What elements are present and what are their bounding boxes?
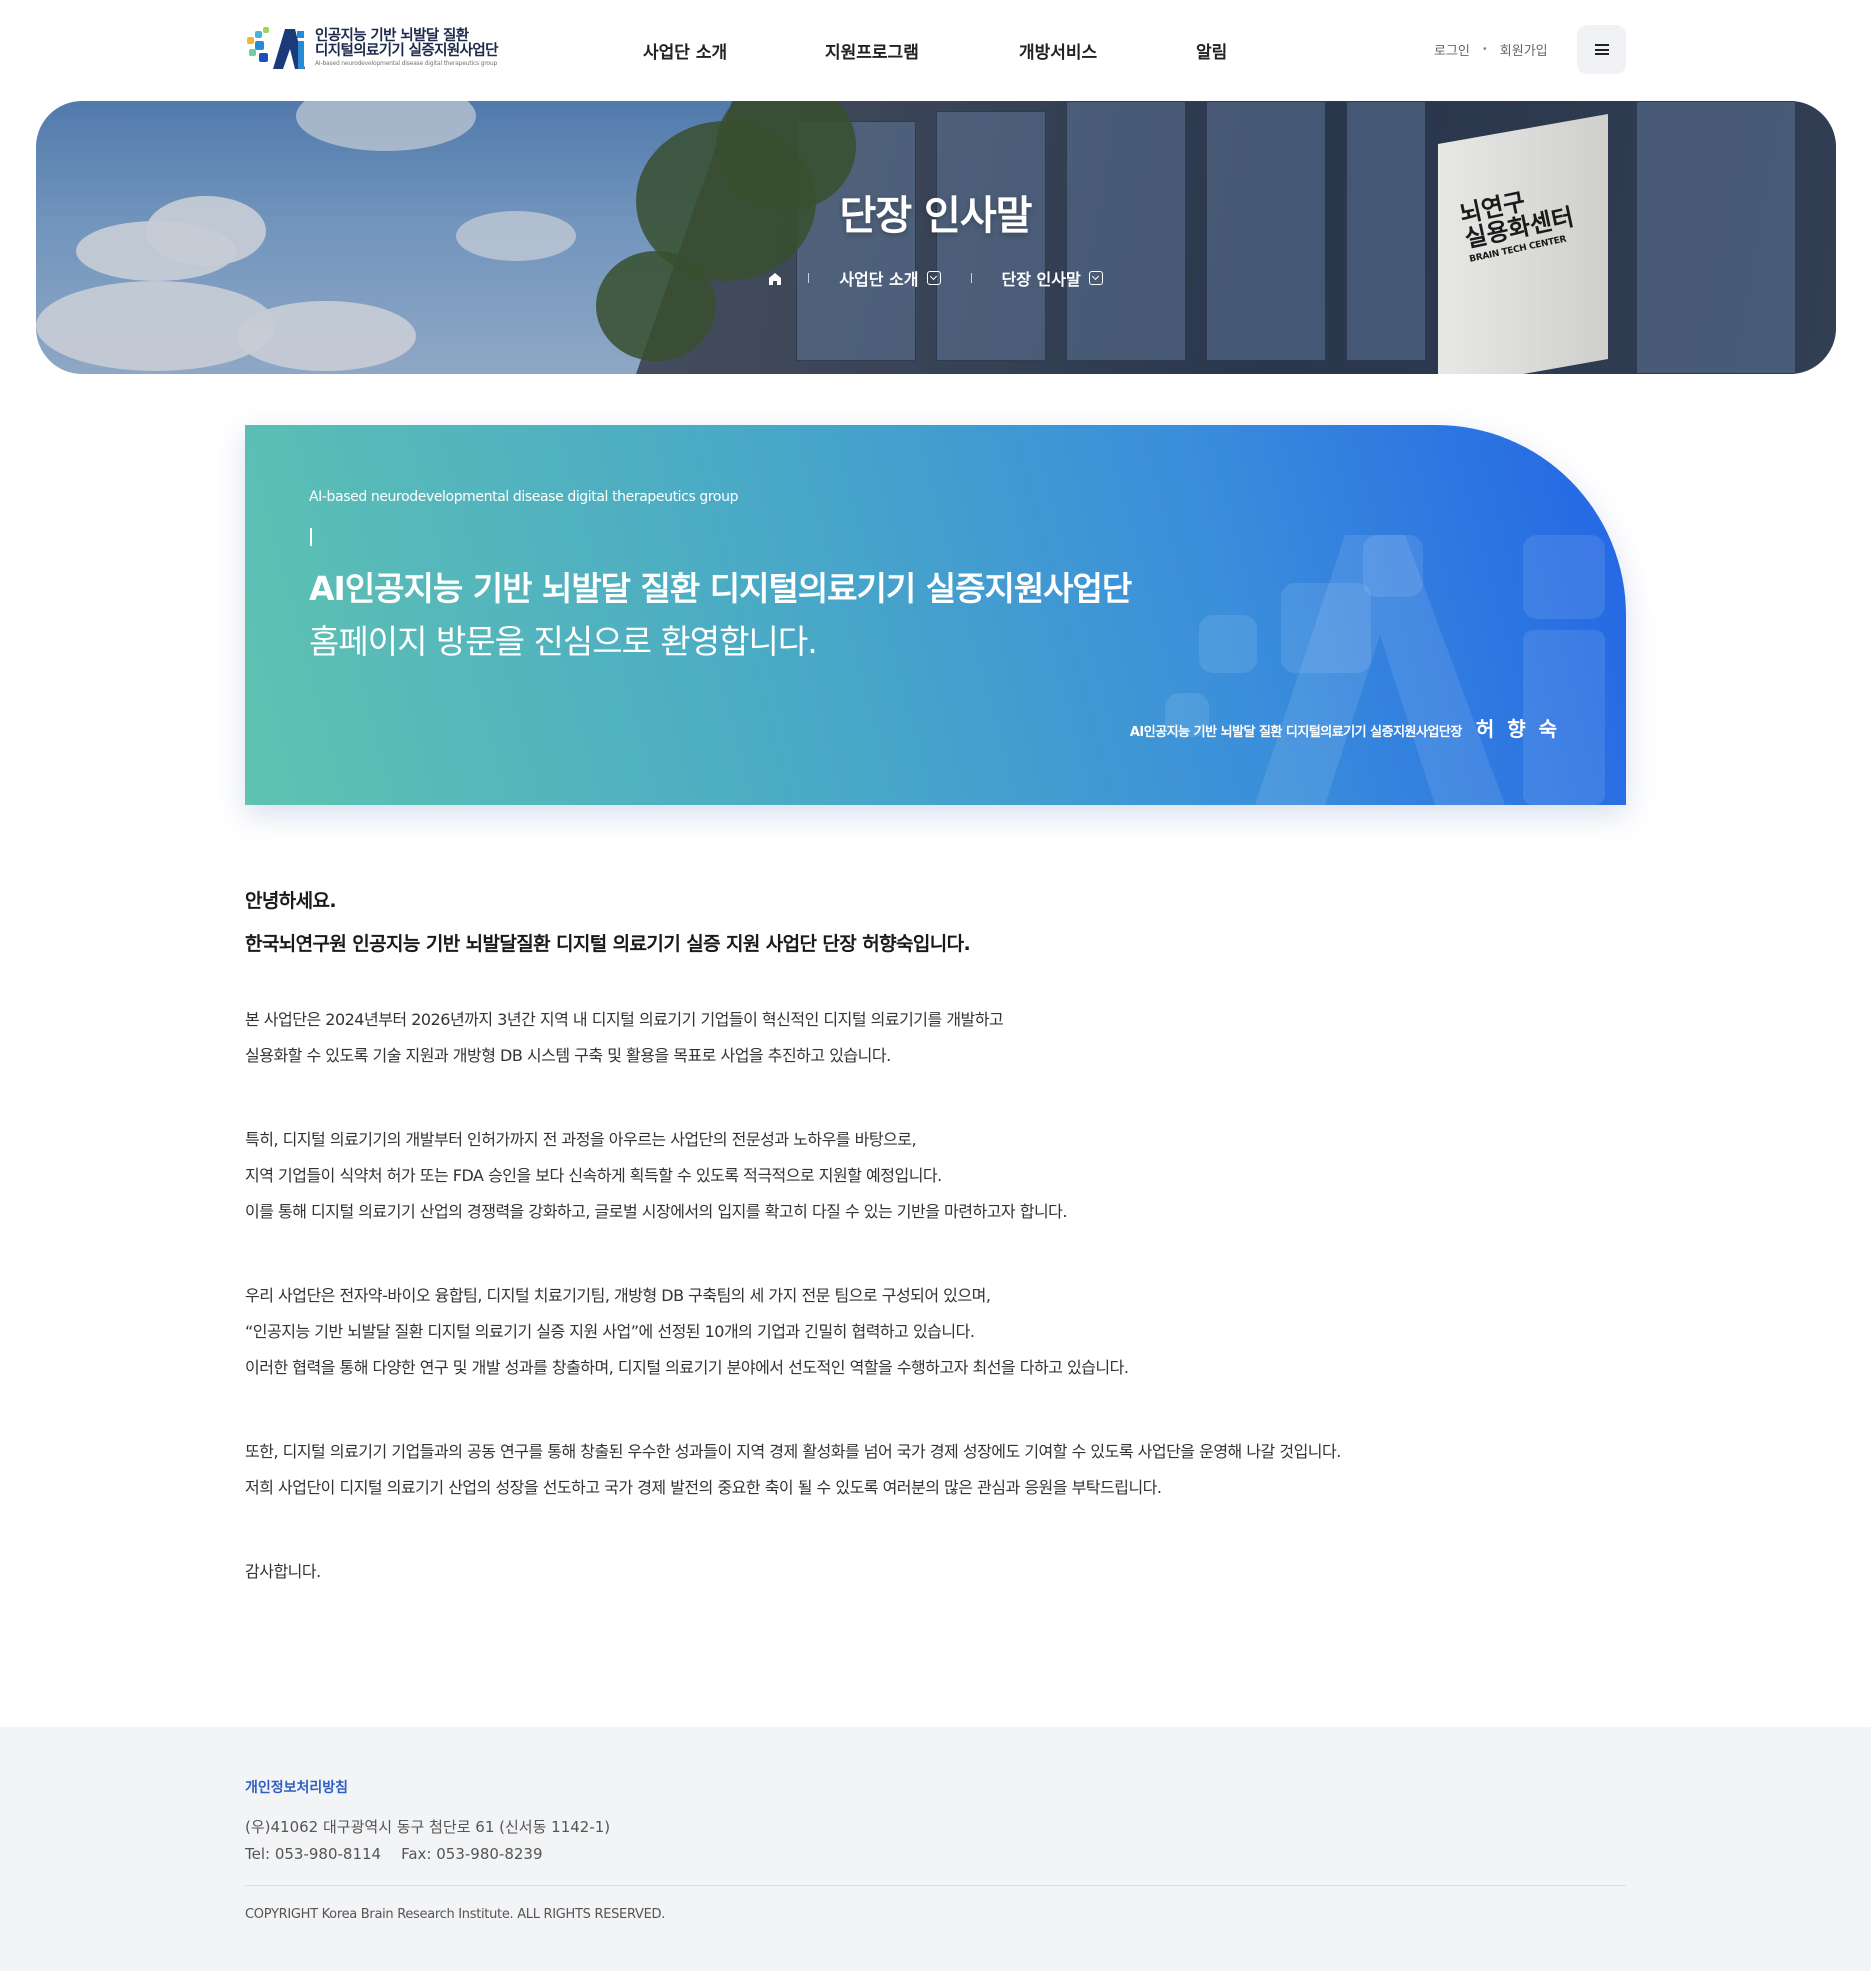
logo-line-2: 디지털의료기기 실증지원사업단 xyxy=(315,43,498,60)
greeting-intro: 한국뇌연구원 인공지능 기반 뇌발달질환 디지털 의료기기 실증 지원 사업단 … xyxy=(245,933,971,955)
util-separator: • xyxy=(1481,44,1488,55)
footer-divider xyxy=(245,1885,1626,1886)
footer-copyright: COPYRIGHT Korea Brain Research Institute… xyxy=(245,1907,666,1922)
logo-icon xyxy=(245,25,311,71)
logo-text: 인공지능 기반 뇌발달 질환 디지털의료기기 실증지원사업단 AI-based … xyxy=(315,28,498,67)
greeting-divider xyxy=(310,528,312,546)
footer-contact: Tel: 053-980-8114 Fax: 053-980-8239 xyxy=(245,1845,543,1863)
paragraph-line: 본 사업단은 2024년부터 2026년까지 3년간 지역 내 디지털 의료기기… xyxy=(245,1010,1004,1029)
paragraph-line: 감사합니다. xyxy=(245,1562,321,1581)
chevron-down-icon xyxy=(926,271,941,285)
paragraph-4: 또한, 디지털 의료기기 기업들과의 공동 연구를 통해 창출된 우수한 성과들… xyxy=(245,1434,1341,1506)
site-header: 인공지능 기반 뇌발달 질환 디지털의료기기 실증지원사업단 AI-based … xyxy=(0,0,1871,100)
signature-role: AI인공지능 기반 뇌발달 질환 디지털의료기기 실증지원사업단장 xyxy=(1129,725,1463,740)
paragraph-line: 또한, 디지털 의료기기 기업들과의 공동 연구를 통해 창출된 우수한 성과들… xyxy=(245,1442,1341,1461)
greeting-signature: AI인공지능 기반 뇌발달 질환 디지털의료기기 실증지원사업단장 허 향 숙 xyxy=(1130,713,1560,742)
nav-item-open-services[interactable]: 개방서비스 xyxy=(1019,38,1097,63)
footer-fax: Fax: 053-980-8239 xyxy=(401,1845,543,1863)
signature-name: 허 향 숙 xyxy=(1475,717,1560,741)
paragraph-5: 감사합니다. xyxy=(245,1554,321,1590)
breadcrumb-separator xyxy=(808,273,810,283)
greeting-title: AI인공지능 기반 뇌발달 질환 디지털의료기기 실증지원사업단 xyxy=(309,569,1132,608)
nav-item-notice[interactable]: 알림 xyxy=(1196,38,1227,63)
paragraph-line: 저희 사업단이 디지털 의료기기 산업의 성장을 선도하고 국가 경제 발전의 … xyxy=(245,1478,1162,1497)
site-logo[interactable]: 인공지능 기반 뇌발달 질환 디지털의료기기 실증지원사업단 AI-based … xyxy=(245,24,510,72)
nav-item-programs[interactable]: 지원프로그램 xyxy=(825,38,919,63)
home-icon[interactable] xyxy=(768,271,782,285)
menu-button[interactable] xyxy=(1577,25,1626,74)
breadcrumb-label: 단장 인사말 xyxy=(1001,270,1081,289)
breadcrumb: 사업단 소개 단장 인사말 xyxy=(0,266,1871,290)
footer-address: (우)41062 대구광역시 동구 첨단로 61 (신서동 1142-1) xyxy=(245,1818,611,1836)
breadcrumb-label: 사업단 소개 xyxy=(839,270,919,289)
login-link[interactable]: 로그인 xyxy=(1434,40,1470,59)
breadcrumb-separator xyxy=(970,273,972,283)
greeting-banner: AI-based neurodevelopmental disease digi… xyxy=(245,425,1626,805)
paragraph-3: 우리 사업단은 전자약-바이오 융합팀, 디지털 치료기기팀, 개방형 DB 구… xyxy=(245,1278,1129,1386)
paragraph-line: “인공지능 기반 뇌발달 질환 디지털 의료기기 실증 지원 사업”에 선정된 … xyxy=(245,1322,975,1341)
paragraph-line: 실용화할 수 있도록 기술 지원과 개방형 DB 시스템 구축 및 활용을 목표… xyxy=(245,1046,891,1065)
greeting-eng-caption: AI-based neurodevelopmental disease digi… xyxy=(309,489,739,505)
paragraph-line: 지역 기업들이 식약처 허가 또는 FDA 승인을 보다 신속하게 획득할 수 … xyxy=(245,1166,942,1185)
breadcrumb-item-greeting[interactable]: 단장 인사말 xyxy=(1002,266,1103,290)
page-title: 단장 인사말 xyxy=(839,193,1033,239)
util-links: 로그인 • 회원가입 xyxy=(1434,40,1548,59)
footer-tel: Tel: 053-980-8114 xyxy=(245,1845,382,1863)
logo-line-3: AI-based neurodevelopmental disease digi… xyxy=(315,59,498,67)
paragraph-1: 본 사업단은 2024년부터 2026년까지 3년간 지역 내 디지털 의료기기… xyxy=(245,1002,1004,1074)
nav-item-about[interactable]: 사업단 소개 xyxy=(643,38,727,63)
greeting-subtitle: 홈페이지 방문을 진심으로 환영합니다. xyxy=(309,622,818,661)
greeting-hello: 안녕하세요. xyxy=(245,890,337,912)
paragraph-line: 특히, 디지털 의료기기의 개발부터 인허가까지 전 과정을 아우르는 사업단의… xyxy=(245,1130,917,1149)
breadcrumb-item-about[interactable]: 사업단 소개 xyxy=(839,266,941,290)
signup-link[interactable]: 회원가입 xyxy=(1500,40,1548,59)
paragraph-line: 우리 사업단은 전자약-바이오 융합팀, 디지털 치료기기팀, 개방형 DB 구… xyxy=(245,1286,991,1305)
chevron-down-icon xyxy=(1088,271,1103,285)
decorative-square xyxy=(1523,535,1605,619)
paragraph-line: 이러한 협력을 통해 다양한 연구 및 개발 성과를 창출하며, 디지털 의료기… xyxy=(245,1358,1129,1377)
site-footer: 개인정보처리방침 (우)41062 대구광역시 동구 첨단로 61 (신서동 1… xyxy=(0,1727,1871,1971)
hamburger-icon xyxy=(1594,44,1609,55)
privacy-policy-link[interactable]: 개인정보처리방침 xyxy=(245,1777,348,1797)
ai-watermark-icon xyxy=(1255,535,1505,805)
paragraph-2: 특히, 디지털 의료기기의 개발부터 인허가까지 전 과정을 아우르는 사업단의… xyxy=(245,1122,1068,1230)
paragraph-line: 이를 통해 디지털 의료기기 산업의 경쟁력을 강화하고, 글로벌 시장에서의 … xyxy=(245,1202,1068,1221)
